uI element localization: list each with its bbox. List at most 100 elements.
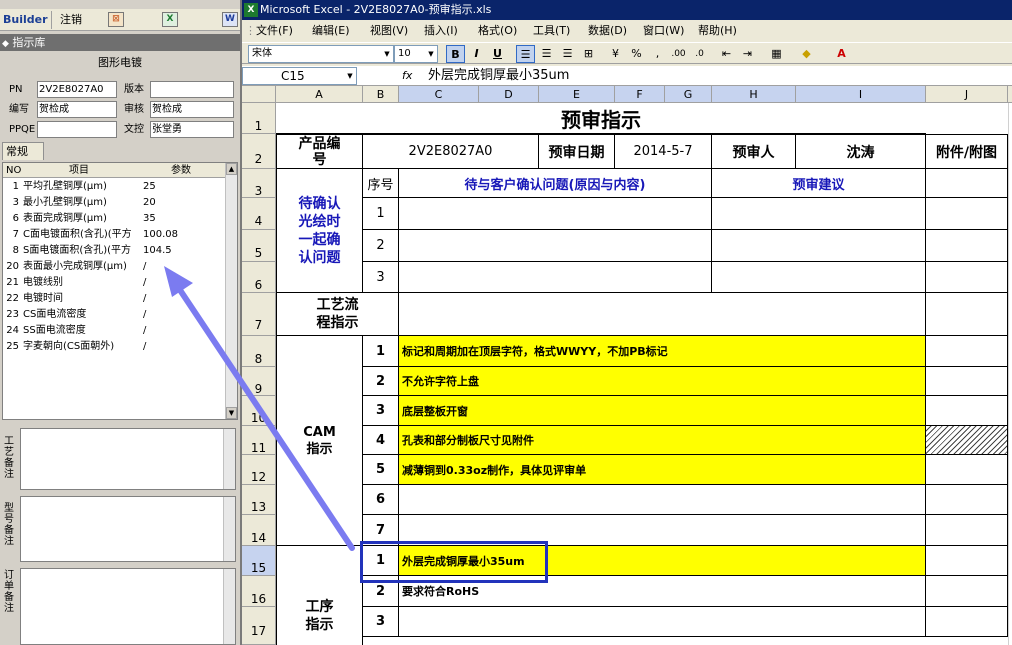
parameter-row[interactable]: 24 SS面电流密度 / bbox=[3, 323, 227, 339]
powerpoint-icon[interactable]: ⊠ bbox=[108, 12, 124, 27]
order-note-field[interactable] bbox=[20, 568, 236, 645]
increase-decimal-icon[interactable]: .00 bbox=[669, 45, 688, 63]
version-field[interactable] bbox=[150, 81, 234, 98]
sheet-title[interactable]: 预审指示 bbox=[276, 103, 926, 134]
parameter-row[interactable]: 21 电镀线别 / bbox=[3, 275, 227, 291]
order-note-scrollbar[interactable] bbox=[223, 569, 235, 644]
parameter-grid-scrollbar[interactable]: ▲ ▼ bbox=[225, 163, 237, 419]
header-no[interactable]: NO bbox=[6, 163, 21, 178]
attachment-cell[interactable] bbox=[926, 367, 1008, 396]
row-header-14[interactable]: 14 bbox=[242, 515, 276, 546]
menu-view[interactable]: 视图(V) bbox=[370, 21, 408, 41]
process-note-field[interactable] bbox=[20, 428, 236, 490]
row-header-16[interactable]: 16 bbox=[242, 576, 276, 607]
row-header-9[interactable]: 9 bbox=[242, 367, 276, 396]
parameter-row[interactable]: 22 电镀时间 / bbox=[3, 291, 227, 307]
process-instruction-label[interactable]: 工序指示 bbox=[276, 546, 363, 645]
menu-format[interactable]: 格式(O) bbox=[478, 21, 517, 41]
currency-icon[interactable]: ¥ bbox=[606, 45, 625, 63]
column-header-f[interactable]: F bbox=[615, 86, 665, 103]
menu-help[interactable]: 帮助(H) bbox=[698, 21, 737, 41]
attachment-cell[interactable] bbox=[926, 230, 1008, 262]
builder-button[interactable]: Builder bbox=[0, 11, 52, 29]
decrease-indent-icon[interactable]: ⇤ bbox=[717, 45, 736, 63]
model-note-scrollbar[interactable] bbox=[223, 497, 235, 561]
underline-button[interactable]: U bbox=[488, 45, 507, 63]
proc-seq[interactable]: 3 bbox=[363, 607, 399, 637]
row-header-1[interactable]: 1 bbox=[242, 103, 276, 134]
issue-header[interactable]: 待与客户确认问题(原因与内容) bbox=[399, 169, 712, 198]
row-header-5[interactable]: 5 bbox=[242, 230, 276, 262]
row-header-11[interactable]: 11 bbox=[242, 426, 276, 455]
attachment-cell[interactable] bbox=[926, 515, 1008, 546]
parameter-row[interactable]: 7 C面电镀面积(含孔)(平方 100.08 bbox=[3, 227, 227, 243]
ppqe-field[interactable] bbox=[37, 121, 117, 138]
column-header-i[interactable]: I bbox=[796, 86, 926, 103]
parameter-row[interactable]: 23 CS面电流密度 / bbox=[3, 307, 227, 323]
column-header-k[interactable]: K bbox=[1008, 86, 1012, 103]
bold-button[interactable]: B bbox=[446, 45, 465, 63]
confirm-suggestion-cell[interactable] bbox=[712, 230, 926, 262]
reviewer-label[interactable]: 预审人 bbox=[712, 134, 796, 169]
italic-button[interactable]: I bbox=[467, 45, 486, 63]
proc-item-empty[interactable] bbox=[399, 607, 926, 637]
percent-button[interactable]: % bbox=[627, 45, 646, 63]
comma-icon[interactable]: , bbox=[648, 45, 667, 63]
cam-seq[interactable]: 4 bbox=[363, 426, 399, 455]
scroll-down-icon[interactable]: ▼ bbox=[226, 407, 237, 419]
attachment-cell[interactable] bbox=[926, 293, 1008, 336]
chevron-down-icon[interactable]: ▼ bbox=[344, 68, 356, 84]
column-header-e[interactable]: E bbox=[539, 86, 615, 103]
select-all-corner[interactable] bbox=[242, 86, 276, 103]
parameter-row[interactable]: 25 字麦朝向(CS面朝外) / bbox=[3, 339, 227, 355]
column-header-h[interactable]: H bbox=[712, 86, 796, 103]
borders-icon[interactable]: ▦ bbox=[767, 45, 786, 63]
font-color-button[interactable]: A bbox=[832, 45, 851, 63]
menu-insert[interactable]: 插入(I) bbox=[424, 21, 458, 41]
parameter-row[interactable]: 6 表面完成铜厚(μm) 35 bbox=[3, 211, 227, 227]
formula-input[interactable]: 外层完成铜厚最小35um bbox=[428, 66, 569, 86]
confirm-suggestion-cell[interactable] bbox=[712, 198, 926, 230]
suggestion-header[interactable]: 预审建议 bbox=[712, 169, 926, 198]
font-size-select[interactable]: 10 ▼ bbox=[394, 45, 438, 63]
pn-field[interactable]: 2V2E8027A0 bbox=[37, 81, 117, 98]
confirm-issue-cell[interactable] bbox=[399, 262, 712, 293]
cam-seq[interactable]: 1 bbox=[363, 336, 399, 367]
parameter-row[interactable]: 1 平均孔壁铜厚(μm) 25 bbox=[3, 179, 227, 195]
parameter-row[interactable]: 8 S面电镀面积(含孔)(平方 104.5 bbox=[3, 243, 227, 259]
menu-tools[interactable]: 工具(T) bbox=[533, 21, 570, 41]
attachment-cell[interactable] bbox=[926, 262, 1008, 293]
process-flow-cell[interactable] bbox=[399, 293, 926, 336]
attachment-cell[interactable] bbox=[926, 198, 1008, 230]
cam-item[interactable]: 孔表和部分制板尺寸见附件 bbox=[399, 426, 926, 455]
attachment-cell[interactable] bbox=[926, 455, 1008, 485]
cam-seq[interactable]: 6 bbox=[363, 485, 399, 515]
attachment-cell[interactable] bbox=[926, 546, 1008, 576]
attachment-cell[interactable] bbox=[926, 169, 1008, 198]
review-date-value[interactable]: 2014-5-7 bbox=[615, 134, 712, 169]
doc-control-field[interactable]: 张堂勇 bbox=[150, 121, 234, 138]
confirm-seq[interactable]: 2 bbox=[363, 230, 399, 262]
cam-item-empty[interactable] bbox=[399, 485, 926, 515]
merge-center-icon[interactable]: ⊞ bbox=[579, 45, 598, 63]
reviewer-field[interactable]: 贺检成 bbox=[150, 101, 234, 118]
row-header-12[interactable]: 12 bbox=[242, 455, 276, 485]
cam-seq[interactable]: 5 bbox=[363, 455, 399, 485]
seq-label[interactable]: 序号 bbox=[363, 169, 399, 198]
increase-indent-icon[interactable]: ⇥ bbox=[738, 45, 757, 63]
review-date-label[interactable]: 预审日期 bbox=[539, 134, 615, 169]
row-header-2[interactable]: 2 bbox=[242, 134, 276, 169]
confirm-issue-cell[interactable] bbox=[399, 198, 712, 230]
cam-seq[interactable]: 2 bbox=[363, 367, 399, 396]
column-header-a[interactable]: A bbox=[276, 86, 363, 103]
confirm-seq[interactable]: 1 bbox=[363, 198, 399, 230]
row-header-4[interactable]: 4 bbox=[242, 198, 276, 230]
product-number-label[interactable]: 产品编号 bbox=[276, 134, 363, 169]
author-field[interactable]: 贺检成 bbox=[37, 101, 117, 118]
model-note-field[interactable] bbox=[20, 496, 236, 562]
name-box[interactable]: C15 ▼ bbox=[242, 67, 357, 85]
cam-item[interactable]: 标记和周期加在顶层字符，格式WWYY，不加PB标记 bbox=[399, 336, 926, 367]
column-header-c[interactable]: C bbox=[399, 86, 479, 103]
row-header-10[interactable]: 10 bbox=[242, 396, 276, 426]
row-header-6[interactable]: 6 bbox=[242, 262, 276, 293]
